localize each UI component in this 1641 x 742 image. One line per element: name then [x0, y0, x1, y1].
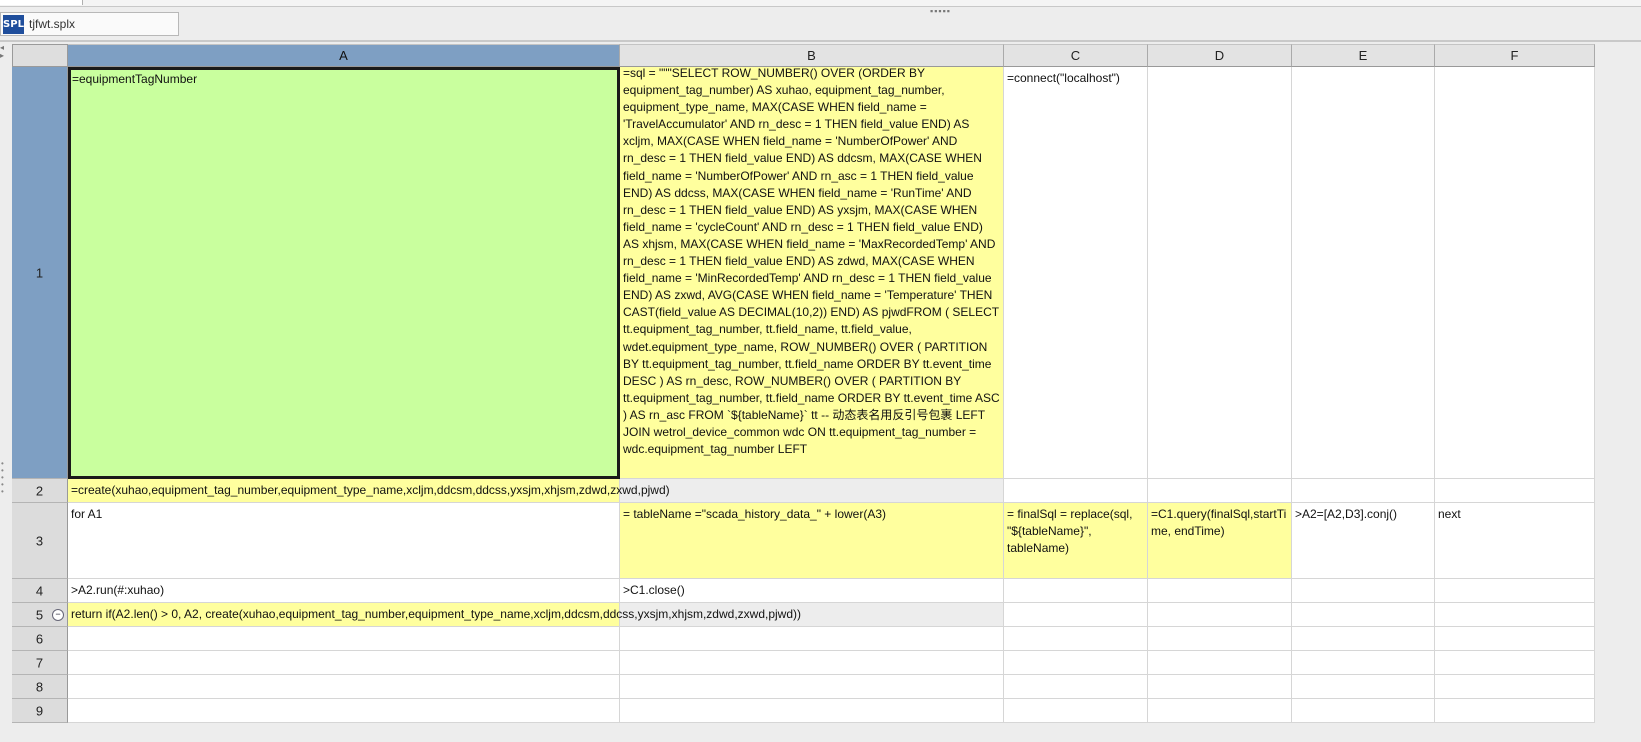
cell-b9[interactable] [620, 699, 1004, 723]
cell-d2[interactable] [1148, 479, 1292, 503]
cell-c7[interactable] [1004, 651, 1148, 675]
column-header-e[interactable]: E [1292, 44, 1435, 67]
cell-e9[interactable] [1292, 699, 1435, 723]
cell-c8[interactable] [1004, 675, 1148, 699]
file-tab[interactable]: SPL tjfwt.splx [0, 12, 179, 36]
cell-a2[interactable]: =create(xuhao,equipment_tag_number,equip… [68, 479, 670, 503]
cell-b7[interactable] [620, 651, 1004, 675]
row-header-3[interactable]: 3 [12, 503, 68, 579]
tab-divider [0, 40, 1641, 42]
cell-c3[interactable]: = finalSql = replace(sql, "${tableName}"… [1004, 503, 1148, 579]
cell-a3[interactable]: for A1 [68, 503, 620, 579]
row-header-4[interactable]: 4 [12, 579, 68, 603]
cell-b1[interactable]: =sql = """SELECT ROW_NUMBER() OVER (ORDE… [620, 67, 1004, 479]
row-number: 2 [35, 483, 44, 498]
cell-d6[interactable] [1148, 627, 1292, 651]
grid-corner[interactable] [12, 44, 68, 67]
cell-d7[interactable] [1148, 651, 1292, 675]
cell-f8[interactable] [1435, 675, 1595, 699]
window-top-strip [0, 0, 1641, 7]
cell-c4[interactable] [1004, 579, 1148, 603]
panel-collapse-arrows-icon[interactable]: ◂ ▸ [0, 44, 10, 60]
row-header-5[interactable]: 5− [12, 603, 68, 627]
cell-e4[interactable] [1292, 579, 1435, 603]
column-header-c[interactable]: C [1004, 44, 1148, 67]
cell-b4[interactable]: >C1.close() [620, 579, 1004, 603]
row-number: 1 [35, 265, 44, 280]
cell-f7[interactable] [1435, 651, 1595, 675]
row-number: 6 [35, 631, 44, 646]
cell-f9[interactable] [1435, 699, 1595, 723]
row-number: 9 [35, 703, 44, 718]
cell-a1[interactable]: =equipmentTagNumber [68, 67, 620, 479]
cell-d9[interactable] [1148, 699, 1292, 723]
cell-f3[interactable]: next [1435, 503, 1595, 579]
cell-e7[interactable] [1292, 651, 1435, 675]
cell-d4[interactable] [1148, 579, 1292, 603]
cell-a6[interactable] [68, 627, 620, 651]
cell-e1[interactable] [1292, 67, 1435, 479]
cell-a4[interactable]: >A2.run(#:xuhao) [68, 579, 620, 603]
cell-c2[interactable] [1004, 479, 1148, 503]
cell-c9[interactable] [1004, 699, 1148, 723]
cell-b6[interactable] [620, 627, 1004, 651]
file-tab-label: tjfwt.splx [29, 17, 76, 31]
cell-a5[interactable]: return if(A2.len() > 0, A2, create(xuhao… [68, 603, 801, 627]
cell-b8[interactable] [620, 675, 1004, 699]
cell-e6[interactable] [1292, 627, 1435, 651]
cell-f6[interactable] [1435, 627, 1595, 651]
column-header-b[interactable]: B [620, 44, 1004, 67]
cell-f1[interactable] [1435, 67, 1595, 479]
row-header-6[interactable]: 6 [12, 627, 68, 651]
row-header-2[interactable]: 2 [12, 479, 68, 503]
cell-f4[interactable] [1435, 579, 1595, 603]
row-number: 3 [35, 533, 44, 548]
cell-c6[interactable] [1004, 627, 1148, 651]
row-header-8[interactable]: 8 [12, 675, 68, 699]
cell-e5[interactable] [1292, 603, 1435, 627]
cell-d8[interactable] [1148, 675, 1292, 699]
row-header-7[interactable]: 7 [12, 651, 68, 675]
cell-e8[interactable] [1292, 675, 1435, 699]
cell-f2[interactable] [1435, 479, 1595, 503]
column-header-a[interactable]: A [68, 44, 620, 67]
cell-a7[interactable] [68, 651, 620, 675]
cell-b2[interactable] [620, 479, 1004, 503]
cell-d1[interactable] [1148, 67, 1292, 479]
row-number: 4 [35, 583, 44, 598]
row-number: 8 [35, 679, 44, 694]
spreadsheet-grid[interactable]: A B C D E F 1 2 3 4 5− 6 7 8 9 =equipmen… [12, 44, 1641, 742]
cell-c1[interactable]: =connect("localhost") [1004, 67, 1148, 479]
cell-b3[interactable]: = tableName ="scada_history_data_" + low… [620, 503, 1004, 579]
row-header-9[interactable]: 9 [12, 699, 68, 723]
cell-a9[interactable] [68, 699, 620, 723]
spl-file-icon: SPL [3, 15, 24, 34]
row-header-1[interactable]: 1 [12, 67, 68, 479]
cell-d5[interactable] [1148, 603, 1292, 627]
cell-f5[interactable] [1435, 603, 1595, 627]
cell-b1-text: =sql = """SELECT ROW_NUMBER() OVER (ORDE… [623, 67, 1000, 457]
row-number: 7 [35, 655, 44, 670]
collapse-icon[interactable]: − [52, 609, 64, 621]
cell-a8[interactable] [68, 675, 620, 699]
column-header-d[interactable]: D [1148, 44, 1292, 67]
cell-c5[interactable] [1004, 603, 1148, 627]
cell-e3[interactable]: >A2=[A2,D3].conj() [1292, 503, 1435, 579]
column-header-f[interactable]: F [1435, 44, 1595, 67]
cell-e2[interactable] [1292, 479, 1435, 503]
cell-d3[interactable]: =C1.query(finalSql,startTime, endTime) [1148, 503, 1292, 579]
previous-tab-stub[interactable] [0, 0, 83, 5]
panel-resize-handle-icon[interactable]: • • • • • [1, 460, 7, 496]
splitter-grip-icon[interactable]: ▪▪▪▪▪ [930, 7, 951, 16]
